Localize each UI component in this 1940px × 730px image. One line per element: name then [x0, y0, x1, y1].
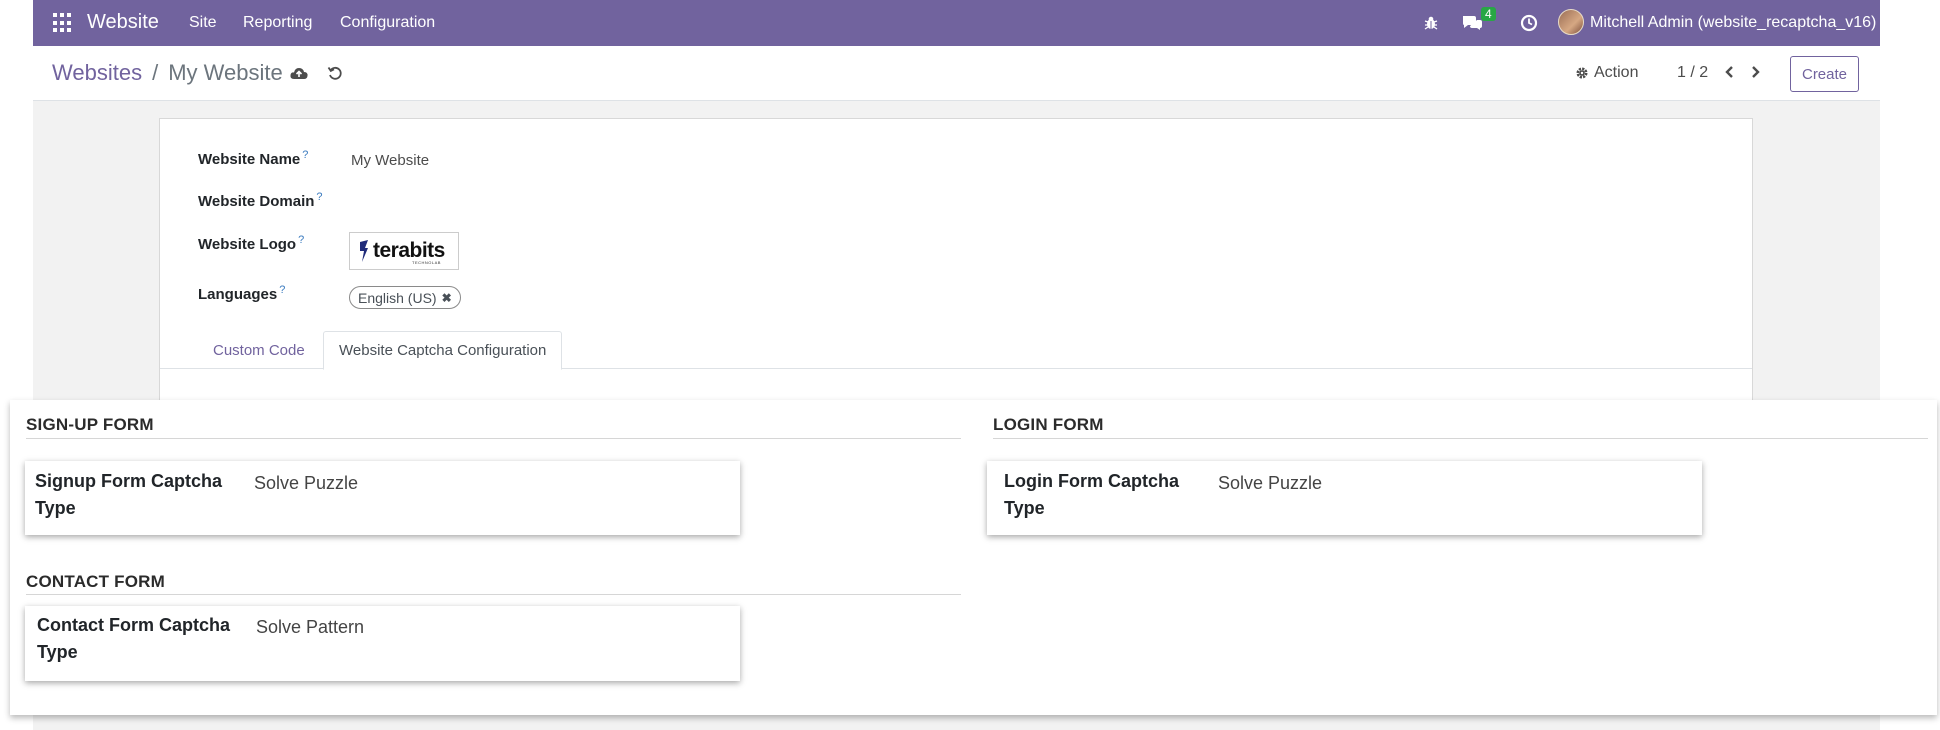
help-tooltip[interactable]: ? — [298, 234, 304, 246]
help-tooltip[interactable]: ? — [302, 149, 308, 161]
top-navbar: Website Site Reporting Configuration 4 M… — [33, 0, 1880, 46]
logo-subtext: TECHNOLAB — [412, 260, 441, 265]
menu-item-configuration[interactable]: Configuration — [340, 14, 435, 32]
website-domain-label: Website Domain? — [198, 191, 323, 210]
action-button[interactable]: Action — [1575, 64, 1638, 82]
captcha-settings-panel: SIGN-UP FORM LOGIN FORM Signup Form Capt… — [10, 400, 1937, 715]
avatar[interactable] — [1558, 9, 1584, 35]
breadcrumb-websites[interactable]: Websites — [52, 60, 142, 86]
tab-website-captcha-configuration[interactable]: Website Captcha Configuration — [323, 331, 563, 370]
breadcrumb-separator: / — [152, 60, 159, 85]
logo-text: terabits — [373, 239, 445, 262]
languages-label: Languages? — [198, 284, 286, 303]
login-captcha-label: Login Form Captcha Type — [1004, 471, 1179, 518]
divider — [26, 594, 961, 595]
logo-mark-icon — [360, 240, 368, 262]
website-name-label: Website Name? — [198, 149, 309, 168]
help-tooltip[interactable]: ? — [316, 191, 322, 203]
divider — [993, 438, 1928, 439]
app-name[interactable]: Website — [87, 11, 159, 34]
signup-captcha-label: Signup Form Captcha Type — [35, 471, 223, 518]
breadcrumb-current: My Website — [168, 60, 283, 85]
control-panel: Websites / My Website Action 1 / 2 Creat… — [33, 46, 1880, 101]
cloud-upload-icon[interactable] — [288, 62, 310, 84]
tab-custom-code[interactable]: Custom Code — [198, 331, 320, 370]
website-name-field[interactable]: My Website — [351, 152, 429, 169]
language-tag: English (US) ✖ — [349, 286, 461, 309]
notebook-tabs: Custom Code Website Captcha Configuratio… — [160, 331, 1752, 370]
contact-section-title: CONTACT FORM — [26, 572, 166, 591]
pager-value[interactable]: 1 / 2 — [1677, 64, 1708, 82]
apps-grid-icon[interactable] — [53, 13, 73, 33]
login-section-title: LOGIN FORM — [993, 415, 1104, 434]
create-button[interactable]: Create — [1790, 56, 1859, 92]
close-icon[interactable]: ✖ — [442, 291, 452, 305]
signup-section-title: SIGN-UP FORM — [26, 415, 154, 434]
chevron-left-icon[interactable] — [1722, 63, 1736, 81]
language-tag-label: English (US) — [358, 289, 437, 306]
contact-captcha-label: Contact Form Captcha Type — [37, 615, 231, 662]
contact-captcha-type-field[interactable]: Solve Pattern — [256, 617, 364, 638]
menu-item-reporting[interactable]: Reporting — [243, 14, 312, 32]
clock-icon[interactable] — [1517, 11, 1541, 35]
website-logo-label: Website Logo? — [198, 234, 305, 253]
contact-captcha-card: Contact Form Captcha Type Solve Pattern — [25, 606, 740, 681]
help-tooltip[interactable]: ? — [279, 284, 285, 296]
discard-icon[interactable] — [324, 62, 346, 84]
login-captcha-card: Login Form Captcha Type Solve Puzzle — [987, 461, 1702, 535]
messages-count-badge: 4 — [1481, 7, 1496, 21]
user-menu[interactable]: Mitchell Admin (website_recaptcha_v16) — [1590, 14, 1876, 32]
action-label: Action — [1594, 64, 1639, 81]
gear-icon — [1576, 67, 1588, 79]
signup-captcha-type-field[interactable]: Solve Puzzle — [254, 473, 358, 494]
breadcrumb: Websites / My Website — [52, 60, 283, 86]
chevron-right-icon[interactable] — [1749, 63, 1763, 81]
bug-icon[interactable] — [1419, 11, 1443, 35]
website-logo-image[interactable]: terabits TECHNOLAB — [349, 232, 459, 270]
signup-captcha-card: Signup Form Captcha Type Solve Puzzle — [25, 461, 740, 535]
divider — [26, 438, 961, 439]
login-captcha-type-field[interactable]: Solve Puzzle — [1218, 473, 1322, 494]
menu-item-site[interactable]: Site — [189, 14, 217, 32]
